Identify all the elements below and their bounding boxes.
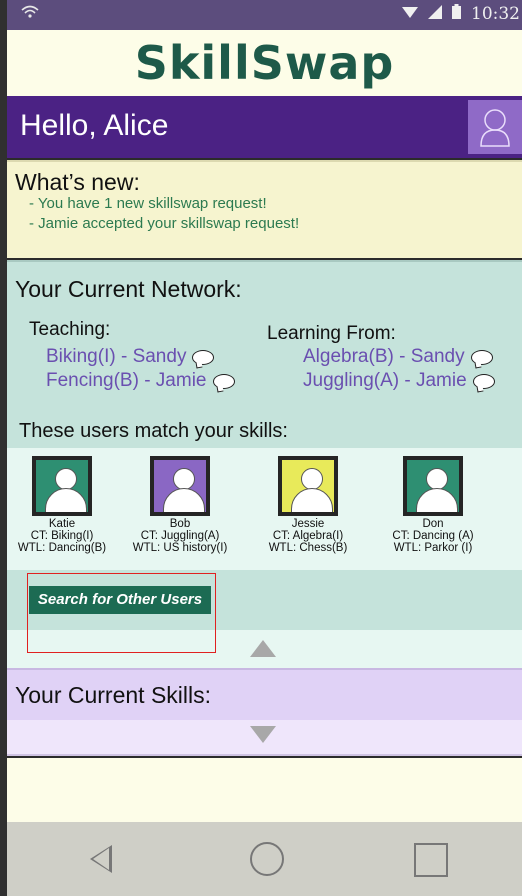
user-card-bob[interactable]: Bob CT: Juggling(A) WTL: US history(I) xyxy=(115,456,245,554)
network-title: Your Current Network: xyxy=(15,276,242,302)
avatar-head xyxy=(426,468,448,490)
user-card-don[interactable]: Don CT: Dancing (A) WTL: Parkor (I) xyxy=(368,456,498,554)
avatar-body xyxy=(45,488,87,512)
teaching-item[interactable]: Biking(I) - Sandy xyxy=(46,346,215,368)
empty-area xyxy=(7,758,522,822)
skills-section[interactable]: Your Current Skills: xyxy=(7,668,522,720)
navigation-bar xyxy=(7,822,522,896)
battery-icon xyxy=(452,4,461,24)
profile-button[interactable] xyxy=(468,100,522,154)
user-wants-to-learn: WTL: Dancing(B) xyxy=(17,542,107,554)
avatar xyxy=(150,456,210,516)
avatar-body xyxy=(163,488,205,512)
home-icon[interactable] xyxy=(250,842,284,876)
matches-title: These users match your skills: xyxy=(19,420,288,442)
back-icon[interactable] xyxy=(90,845,112,873)
user-card-katie[interactable]: Katie CT: Biking(I) WTL: Dancing(B) xyxy=(0,456,127,554)
teaching-item[interactable]: Fencing(B) - Jamie xyxy=(46,370,235,392)
status-right: 10:32 xyxy=(402,4,520,24)
avatar-head xyxy=(173,468,195,490)
learning-label: Learning From: xyxy=(267,323,396,344)
status-bar: 10:32 xyxy=(7,0,522,30)
user-wants-to-learn: WTL: Chess(B) xyxy=(268,542,348,554)
avatar-body xyxy=(416,488,458,512)
collapse-triangle-icon[interactable] xyxy=(250,640,276,657)
user-name: Katie xyxy=(48,518,76,530)
user-icon xyxy=(480,109,510,147)
skills-title: Your Current Skills: xyxy=(15,682,212,708)
chat-icon[interactable] xyxy=(212,373,235,389)
avatar xyxy=(278,456,338,516)
learning-item-label: Juggling(A) - Jamie xyxy=(303,370,467,391)
user-wants-to-learn: WTL: US history(I) xyxy=(132,542,228,554)
user-can-teach: CT: Biking(I) xyxy=(30,530,94,542)
user-name: Jessie xyxy=(291,518,325,530)
user-wants-to-learn: WTL: Parkor (I) xyxy=(393,542,473,554)
avatar-head xyxy=(301,468,323,490)
greeting-text: Hello, Alice xyxy=(20,109,169,142)
recent-apps-icon[interactable] xyxy=(414,843,448,877)
chat-icon[interactable] xyxy=(192,349,215,365)
greeting-bar: Hello, Alice xyxy=(7,96,522,158)
user-can-teach: CT: Dancing (A) xyxy=(392,530,474,542)
signal-icon xyxy=(428,4,442,24)
learning-item[interactable]: Juggling(A) - Jamie xyxy=(303,370,495,392)
logo-bar: SkillSwap xyxy=(7,30,522,96)
wifi-icon xyxy=(21,5,39,24)
avatar-body xyxy=(291,488,333,512)
highlight-box xyxy=(27,573,216,653)
network-section: Your Current Network: Teaching: Learning… xyxy=(7,260,522,448)
chat-icon[interactable] xyxy=(472,373,495,389)
status-time: 10:32 xyxy=(471,4,520,24)
user-name: Bob xyxy=(169,518,191,530)
avatar xyxy=(32,456,92,516)
app-screen: 10:32 SkillSwap Hello, Alice What’s new:… xyxy=(0,0,522,896)
news-item[interactable]: - Jamie accepted your skillswap request! xyxy=(29,215,299,232)
user-can-teach: CT: Juggling(A) xyxy=(140,530,220,542)
teaching-item-label: Biking(I) - Sandy xyxy=(46,346,187,367)
avatar xyxy=(403,456,463,516)
learning-item-label: Algebra(B) - Sandy xyxy=(303,346,465,367)
learning-item[interactable]: Algebra(B) - Sandy xyxy=(303,346,493,368)
whats-new-title: What’s new: xyxy=(15,169,140,195)
screen-edge xyxy=(0,0,7,896)
news-item[interactable]: - You have 1 new skillswap request! xyxy=(29,195,267,212)
expand-triangle-icon[interactable] xyxy=(250,726,276,743)
user-name: Don xyxy=(422,518,444,530)
chat-icon[interactable] xyxy=(470,349,493,365)
whats-new-section: What’s new: - You have 1 new skillswap r… xyxy=(7,160,522,258)
app-logo: SkillSwap xyxy=(134,36,395,90)
user-card-jessie[interactable]: Jessie CT: Algebra(I) WTL: Chess(B) xyxy=(243,456,373,554)
avatar-head xyxy=(55,468,77,490)
matches-list: Katie CT: Biking(I) WTL: Dancing(B) Bob … xyxy=(7,448,522,570)
wifi-full-icon xyxy=(402,5,418,24)
skills-expand-row xyxy=(7,720,522,756)
user-can-teach: CT: Algebra(I) xyxy=(272,530,344,542)
teaching-item-label: Fencing(B) - Jamie xyxy=(46,370,207,391)
teaching-label: Teaching: xyxy=(29,319,111,340)
